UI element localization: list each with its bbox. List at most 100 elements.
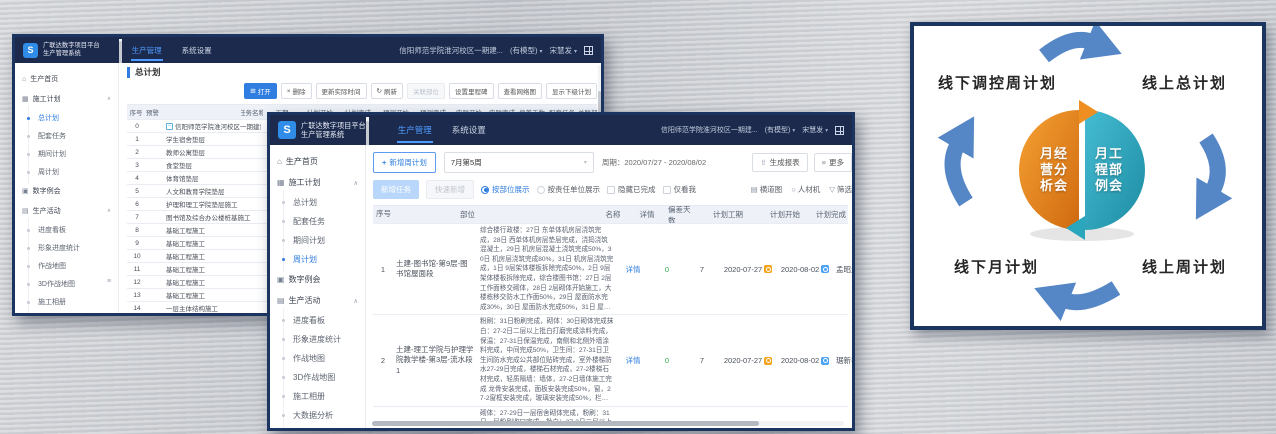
sidebar-item-label: 期间计划 [293, 236, 325, 245]
sidebar-item[interactable]: 大数据分析 [15, 311, 118, 313]
filter-button[interactable]: 筛选 [829, 184, 852, 195]
top-nav-tab[interactable]: 生产管理 [122, 37, 172, 63]
chevron-up-icon[interactable]: ∧ [353, 297, 358, 305]
clock-icon [764, 357, 772, 365]
user-menu[interactable]: 宋慧发 [549, 45, 577, 56]
sidebar-item[interactable]: 3D作战地图 [270, 368, 365, 387]
sidebar-item[interactable]: 数字例会 [270, 269, 365, 290]
labor-material-button[interactable]: 人材机 [791, 184, 820, 195]
sidebar-item-label: 配套任务 [293, 217, 325, 226]
generate-report-button[interactable]: 生成报表 [752, 153, 807, 172]
arrow-right-icon [1206, 138, 1218, 192]
sidebar-item[interactable]: 周计划 [15, 163, 118, 181]
column-header[interactable]: 预警 [145, 107, 241, 117]
week-select[interactable]: 7月第5周 ▾ [444, 152, 594, 173]
apps-grid-icon[interactable] [584, 46, 593, 55]
label-online-week-plan: 线上周计划 [1142, 256, 1227, 277]
tree-expand-icon[interactable] [166, 123, 173, 130]
radio-by-part[interactable]: 按部位展示 [481, 184, 530, 195]
model-badge[interactable]: (有模型) [510, 45, 543, 56]
sidebar-item[interactable]: 形象进度统计 [270, 330, 365, 349]
user-bar: 信阳师范学院淮河校区一期建... (有模型) 宋慧发 [399, 45, 593, 56]
arrow-bottom-icon [1064, 288, 1116, 302]
cell-task-name: 人文和教育学院垫层 [165, 186, 261, 196]
cell-duration: 7 [685, 315, 719, 405]
apps-grid-icon[interactable] [835, 126, 844, 135]
horizontal-scrollbar[interactable] [372, 421, 844, 426]
column-header[interactable]: 序号 [373, 206, 457, 223]
sidebar-item[interactable]: 期间计划 [270, 231, 365, 250]
quick-add-button[interactable]: 快速新增 [426, 180, 474, 199]
sidebar-item[interactable]: 作战地图 [15, 257, 118, 275]
funnel-icon [829, 185, 835, 194]
top-nav-tab[interactable]: 系统设置 [172, 37, 222, 63]
sidebar-item[interactable]: 生产活动 ∧ [270, 290, 365, 311]
column-header[interactable]: 计划工期 [699, 206, 757, 223]
sidebar-item[interactable]: 配套任务 [270, 212, 365, 231]
sidebar-item[interactable]: 大数据分析 [270, 406, 365, 425]
chevron-up-icon[interactable]: ∧ [107, 208, 111, 214]
toolbar-button[interactable]: 刷新 [371, 83, 403, 99]
gantt-view-button[interactable]: 横道图 [751, 184, 783, 195]
user-menu[interactable]: 宋慧发 [802, 125, 828, 135]
sidebar-item[interactable]: 施工相册 [270, 387, 365, 406]
sidebar-item[interactable]: 施工计划 ∧ [270, 172, 365, 193]
calendar-icon [821, 265, 829, 273]
column-header[interactable]: 计划完成 [813, 206, 852, 223]
chevron-up-icon[interactable]: ∧ [107, 96, 111, 102]
top-nav-tab[interactable]: 生产管理 [388, 115, 442, 145]
column-header[interactable]: 详情 [629, 206, 665, 223]
toolbar-button[interactable]: 关联部位 [407, 83, 445, 99]
center-right-label: 月工程部例会 [1092, 146, 1126, 194]
column-header[interactable]: 序号 [127, 107, 145, 117]
sidebar-item[interactable]: 总计划 [15, 109, 118, 127]
table-row[interactable]: 1 土建-图书馆-第9层-图书馆屋面段 综合楼行政楼：27日 东单体机房层浇筑完… [373, 224, 848, 315]
cell-seq: 7 [127, 214, 147, 221]
new-week-plan-button[interactable]: 新增周计划 [373, 152, 436, 173]
detail-link[interactable]: 详情 [626, 264, 641, 275]
sidebar-item[interactable]: 进度看板 [15, 221, 118, 239]
chevron-up-icon[interactable]: ∧ [353, 179, 358, 187]
sidebar-item[interactable]: 进度看板 [270, 311, 365, 330]
sidebar-item[interactable]: 作战地图 [270, 349, 365, 368]
sidebar: 生产首页 施工计划 ∧ 总计划 配套任务 [15, 63, 119, 313]
toolbar-button[interactable]: 删除 [281, 83, 312, 99]
cell-task-desc: 综合楼行政楼：27日 东单体机房层浇筑完成，28日 西单体机房层垫层完成，浇捣浇… [477, 224, 617, 314]
add-task-button[interactable]: 新增任务 [373, 180, 419, 199]
toolbar-button[interactable]: 查看网络图 [498, 83, 543, 99]
sidebar-item[interactable]: 数字例会 [15, 181, 118, 201]
top-nav-tab[interactable]: 系统设置 [442, 115, 496, 145]
detail-link[interactable]: 详情 [626, 355, 641, 366]
arrow-top-icon [1044, 40, 1092, 56]
sidebar-item[interactable]: 周计划 [270, 250, 365, 269]
toolbar-button[interactable]: 打开 [244, 83, 276, 99]
toolbar-button[interactable]: 设置里程碑 [449, 83, 494, 99]
sidebar-item[interactable]: 总计划 [270, 193, 365, 212]
checkbox-only-me[interactable]: 仅看我 [663, 184, 697, 195]
sidebar-item[interactable]: 配套任务 [15, 127, 118, 145]
table-row[interactable]: 2 土建-理工学院与护理学院教学楼-第3层-流水段1 粉刷：31日粉刷完成，砌体… [373, 315, 848, 406]
model-badge[interactable]: (有模型) [765, 125, 795, 135]
column-header[interactable]: 计划开始 [757, 206, 813, 223]
checkbox-hide-done[interactable]: 隐藏已完成 [607, 184, 656, 195]
sidebar-item[interactable]: 生产首页 [15, 69, 118, 89]
sidebar-icon [277, 178, 285, 187]
sidebar-item[interactable]: 3D作战地图 [15, 275, 118, 293]
column-header[interactable]: 名称 [597, 206, 629, 223]
sidebar-item[interactable]: 形象进度统计 [15, 239, 118, 257]
column-header[interactable]: 部位 [457, 206, 597, 223]
toolbar-button[interactable]: 更新实际时间 [316, 83, 367, 99]
sidebar-item[interactable]: 生产首页 [270, 151, 365, 172]
sidebar-item[interactable]: 期间计划 [15, 145, 118, 163]
sidebar-item[interactable]: 施工计划 ∧ [15, 89, 118, 109]
cell-seq: 3 [127, 162, 147, 169]
column-header[interactable]: 偏差天数 [665, 206, 699, 223]
radio-by-unit[interactable]: 按责任单位展示 [537, 184, 601, 195]
toolbar-button[interactable]: 显示下级计划 [546, 83, 597, 99]
filter-toolbar: 新增任务 快速新增 按部位展示 按责任单位展示 隐藏已完成 仅看我 [373, 180, 852, 199]
more-button[interactable]: 更多 [814, 153, 852, 172]
app-header: S 广联达数字项目平台 生产管理系统 生产管理系统设置 信阳师范学院淮河校区一期… [15, 37, 601, 63]
sidebar-item[interactable]: 施工相册 [15, 293, 118, 311]
column-header[interactable]: 任务名称 [241, 107, 263, 117]
sidebar-item[interactable]: 生产活动 ∧ [15, 201, 118, 221]
